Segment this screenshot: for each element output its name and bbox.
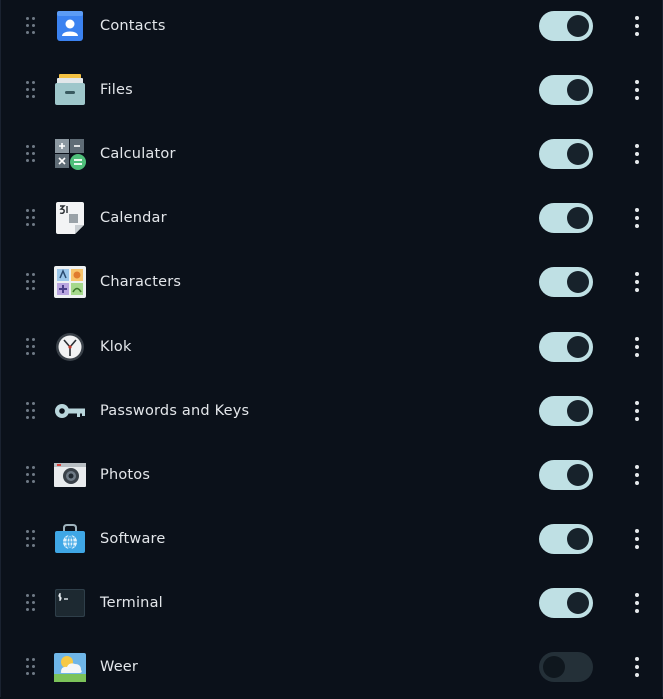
toggle-knob <box>567 271 589 293</box>
drag-handle-icon[interactable] <box>26 658 38 676</box>
toggle-knob <box>567 528 589 550</box>
drag-handle-icon[interactable] <box>26 530 38 548</box>
app-row-photos: Photos <box>1 443 663 507</box>
app-row-passwords-and-keys: Passwords and Keys <box>1 379 663 443</box>
more-options-icon[interactable] <box>627 14 647 38</box>
toggle-switch-photos[interactable] <box>539 460 593 490</box>
app-row-files: Files <box>1 58 663 122</box>
app-row-terminal: Terminal <box>1 571 663 635</box>
toggle-knob <box>567 79 589 101</box>
weather-icon <box>53 650 87 684</box>
app-row-weer: Weer <box>1 635 663 699</box>
more-options-icon[interactable] <box>627 270 647 294</box>
key-icon <box>53 394 87 428</box>
app-name-label: Terminal <box>100 595 163 611</box>
software-bag-icon <box>53 522 87 556</box>
app-name-label: Photos <box>100 467 151 483</box>
app-row-contacts: Contacts <box>1 0 663 58</box>
app-search-settings-list: Contacts Files Calculator Calendar Chara… <box>0 0 663 697</box>
drag-handle-icon[interactable] <box>26 402 38 420</box>
toggle-knob <box>543 656 565 678</box>
drag-handle-icon[interactable] <box>26 594 38 612</box>
more-options-icon[interactable] <box>627 655 647 679</box>
toggle-switch-terminal[interactable] <box>539 588 593 618</box>
more-options-icon[interactable] <box>627 591 647 615</box>
drag-handle-icon[interactable] <box>26 145 38 163</box>
app-row-characters: Characters <box>1 250 663 314</box>
drag-handle-icon[interactable] <box>26 338 38 356</box>
drag-handle-icon[interactable] <box>26 466 38 484</box>
terminal-icon <box>53 586 87 620</box>
toggle-switch-files[interactable] <box>539 75 593 105</box>
app-name-label: Klok <box>100 339 132 355</box>
drag-handle-icon[interactable] <box>26 209 38 227</box>
drag-handle-icon[interactable] <box>26 17 38 35</box>
toggle-switch-passwords-and-keys[interactable] <box>539 396 593 426</box>
files-icon <box>53 73 87 107</box>
app-name-label: Passwords and Keys <box>100 403 250 419</box>
more-options-icon[interactable] <box>627 335 647 359</box>
toggle-knob <box>567 207 589 229</box>
app-row-calculator: Calculator <box>1 122 663 186</box>
toggle-switch-contacts[interactable] <box>539 11 593 41</box>
toggle-switch-software[interactable] <box>539 524 593 554</box>
toggle-knob <box>567 336 589 358</box>
app-row-software: Software <box>1 507 663 571</box>
app-name-label: Calculator <box>100 146 176 162</box>
calculator-icon <box>53 137 87 171</box>
app-name-label: Characters <box>100 274 182 290</box>
more-options-icon[interactable] <box>627 206 647 230</box>
toggle-switch-calculator[interactable] <box>539 139 593 169</box>
app-row-klok: Klok <box>1 315 663 379</box>
app-name-label: Files <box>100 82 133 98</box>
app-name-label: Software <box>100 531 166 547</box>
characters-icon <box>53 265 87 299</box>
more-options-icon[interactable] <box>627 527 647 551</box>
more-options-icon[interactable] <box>627 78 647 102</box>
toggle-knob <box>567 143 589 165</box>
toggle-switch-klok[interactable] <box>539 332 593 362</box>
clock-icon <box>53 330 87 364</box>
toggle-knob <box>567 592 589 614</box>
toggle-knob <box>567 15 589 37</box>
drag-handle-icon[interactable] <box>26 273 38 291</box>
contacts-icon <box>53 9 87 43</box>
toggle-switch-weer[interactable] <box>539 652 593 682</box>
drag-handle-icon[interactable] <box>26 81 38 99</box>
toggle-switch-calendar[interactable] <box>539 203 593 233</box>
toggle-knob <box>567 400 589 422</box>
more-options-icon[interactable] <box>627 142 647 166</box>
app-name-label: Weer <box>100 659 139 675</box>
app-name-label: Contacts <box>100 18 166 34</box>
app-name-label: Calendar <box>100 210 167 226</box>
more-options-icon[interactable] <box>627 463 647 487</box>
calendar-icon <box>53 201 87 235</box>
toggle-switch-characters[interactable] <box>539 267 593 297</box>
more-options-icon[interactable] <box>627 399 647 423</box>
camera-icon <box>53 458 87 492</box>
toggle-knob <box>567 464 589 486</box>
app-row-calendar: Calendar <box>1 186 663 250</box>
